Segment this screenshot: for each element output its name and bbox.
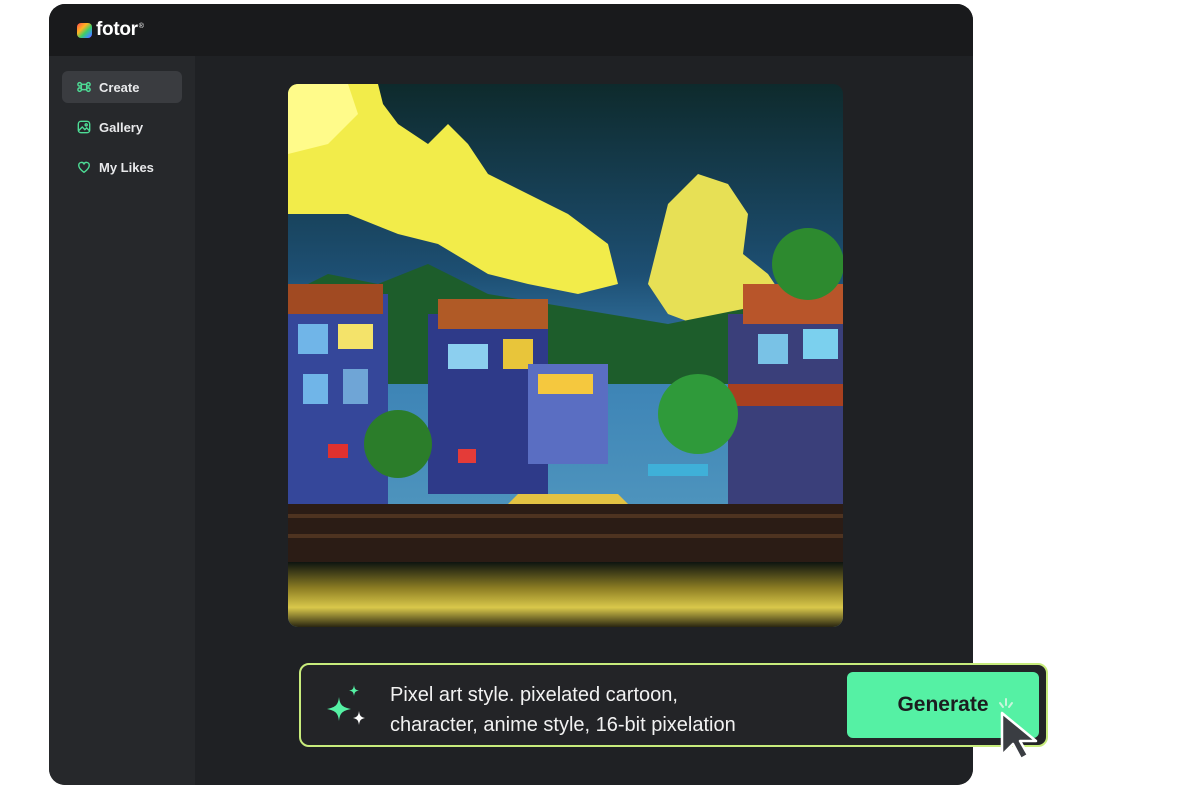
logo-mark-icon <box>77 22 92 38</box>
logo-text: fotor® <box>96 19 144 40</box>
sidebar: Create Gallery My Likes <box>49 56 195 785</box>
sparkle-icon <box>327 685 365 725</box>
prompt-bar[interactable]: Pixel art style. pixelated cartoon, char… <box>299 663 1048 747</box>
sidebar-item-gallery[interactable]: Gallery <box>62 111 182 143</box>
heart-icon <box>76 159 92 175</box>
command-icon <box>76 79 92 95</box>
sidebar-item-label: Gallery <box>99 119 144 135</box>
top-bar: fotor® <box>49 4 973 56</box>
sidebar-item-label: Create <box>99 79 140 95</box>
sidebar-item-my-likes[interactable]: My Likes <box>62 151 182 183</box>
prompt-line-1: Pixel art style. pixelated cartoon, <box>390 684 678 706</box>
fotor-logo[interactable]: fotor® <box>77 17 144 43</box>
image-icon <box>76 119 92 135</box>
pixel-village-image <box>288 84 843 627</box>
prompt-text[interactable]: Pixel art style. pixelated cartoon, char… <box>390 680 810 740</box>
generated-image[interactable] <box>288 84 843 627</box>
prompt-line-2: character, anime style, 16-bit pixelatio… <box>390 714 736 736</box>
sidebar-item-label: My Likes <box>99 159 154 175</box>
pointer-cursor-icon <box>999 698 1038 761</box>
sidebar-item-create[interactable]: Create <box>62 71 182 103</box>
